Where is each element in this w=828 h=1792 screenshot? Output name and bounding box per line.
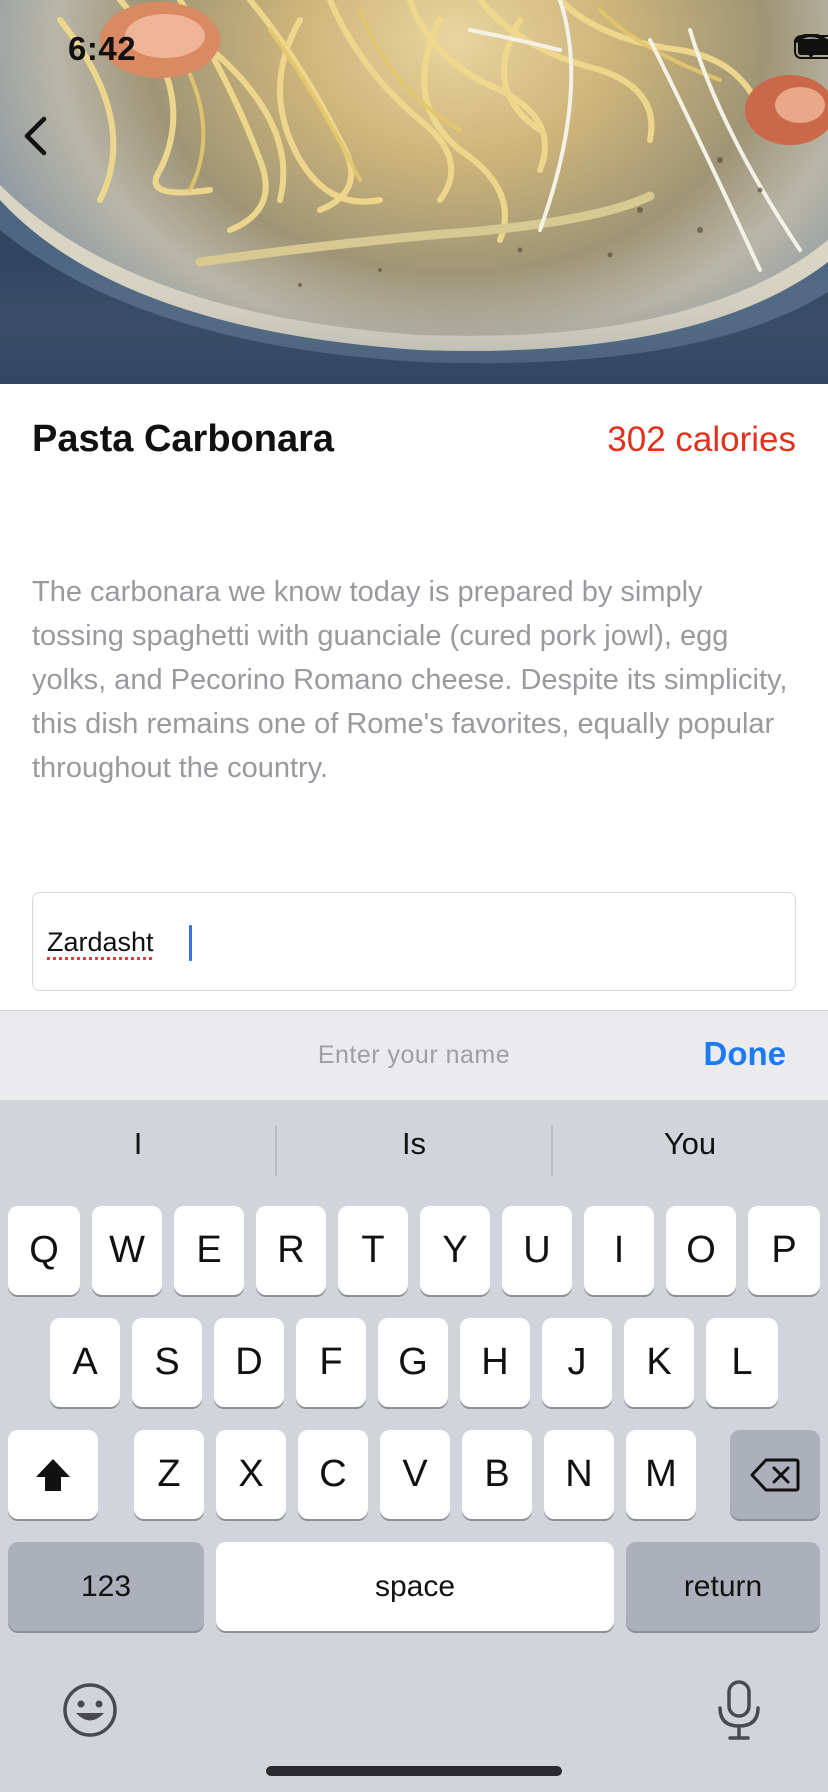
return-key[interactable]: return	[626, 1542, 820, 1631]
emoji-icon	[63, 1683, 117, 1737]
battery-icon	[794, 35, 828, 59]
suggestion-item[interactable]: You	[552, 1126, 828, 1162]
keyboard-accessory-toolbar: Enter your name Done	[0, 1010, 828, 1100]
dictation-button[interactable]	[714, 1678, 764, 1742]
key-h[interactable]: H	[460, 1318, 530, 1407]
key-a[interactable]: A	[50, 1318, 120, 1407]
suggestion-item[interactable]: Is	[276, 1126, 552, 1162]
name-input[interactable]: Zardasht	[32, 892, 796, 991]
name-input-value: Zardasht	[47, 927, 154, 957]
key-o[interactable]: O	[666, 1206, 736, 1295]
key-q[interactable]: Q	[8, 1206, 80, 1295]
recipe-title: Pasta Carbonara	[32, 418, 335, 460]
recipe-description: The carbonara we know today is prepared …	[32, 576, 788, 784]
key-t[interactable]: T	[338, 1206, 408, 1295]
microphone-icon	[718, 1680, 760, 1740]
home-indicator	[266, 1766, 562, 1776]
key-d[interactable]: D	[214, 1318, 284, 1407]
key-x[interactable]: X	[216, 1430, 286, 1519]
key-j[interactable]: J	[542, 1318, 612, 1407]
shift-arrow-icon	[36, 1458, 70, 1491]
backspace-icon	[750, 1458, 800, 1491]
key-w[interactable]: W	[92, 1206, 162, 1295]
status-bar: 6:42	[0, 0, 828, 100]
key-s[interactable]: S	[132, 1318, 202, 1407]
suggestion-item[interactable]: I	[0, 1126, 276, 1162]
status-time: 6:42	[68, 30, 137, 67]
shift-key[interactable]	[8, 1430, 98, 1519]
key-u[interactable]: U	[502, 1206, 572, 1295]
key-r[interactable]: R	[256, 1206, 326, 1295]
key-f[interactable]: F	[296, 1318, 366, 1407]
recipe-hero-image: 6:42	[0, 0, 828, 384]
key-k[interactable]: K	[624, 1318, 694, 1407]
delete-key[interactable]	[730, 1430, 820, 1519]
chevron-left-icon	[24, 116, 47, 156]
key-z[interactable]: Z	[134, 1430, 204, 1519]
keyboard: I Is You Q W E R T Y U I O P A S D F G H…	[0, 1100, 828, 1792]
key-i[interactable]: I	[584, 1206, 654, 1295]
key-v[interactable]: V	[380, 1430, 450, 1519]
calories-label: 302 calories	[607, 420, 796, 459]
done-button[interactable]: Done	[704, 1035, 787, 1073]
key-g[interactable]: G	[378, 1318, 448, 1407]
key-e[interactable]: E	[174, 1206, 244, 1295]
key-m[interactable]: M	[626, 1430, 696, 1519]
text-caret	[189, 925, 192, 961]
key-n[interactable]: N	[544, 1430, 614, 1519]
key-p[interactable]: P	[748, 1206, 820, 1295]
emoji-button[interactable]	[60, 1680, 120, 1740]
key-y[interactable]: Y	[420, 1206, 490, 1295]
back-button[interactable]	[22, 116, 66, 168]
space-key[interactable]: space	[216, 1542, 614, 1631]
key-l[interactable]: L	[706, 1318, 778, 1407]
predictive-bar: I Is You	[0, 1100, 828, 1196]
key-b[interactable]: B	[462, 1430, 532, 1519]
key-c[interactable]: C	[298, 1430, 368, 1519]
numbers-key[interactable]: 123	[8, 1542, 204, 1631]
